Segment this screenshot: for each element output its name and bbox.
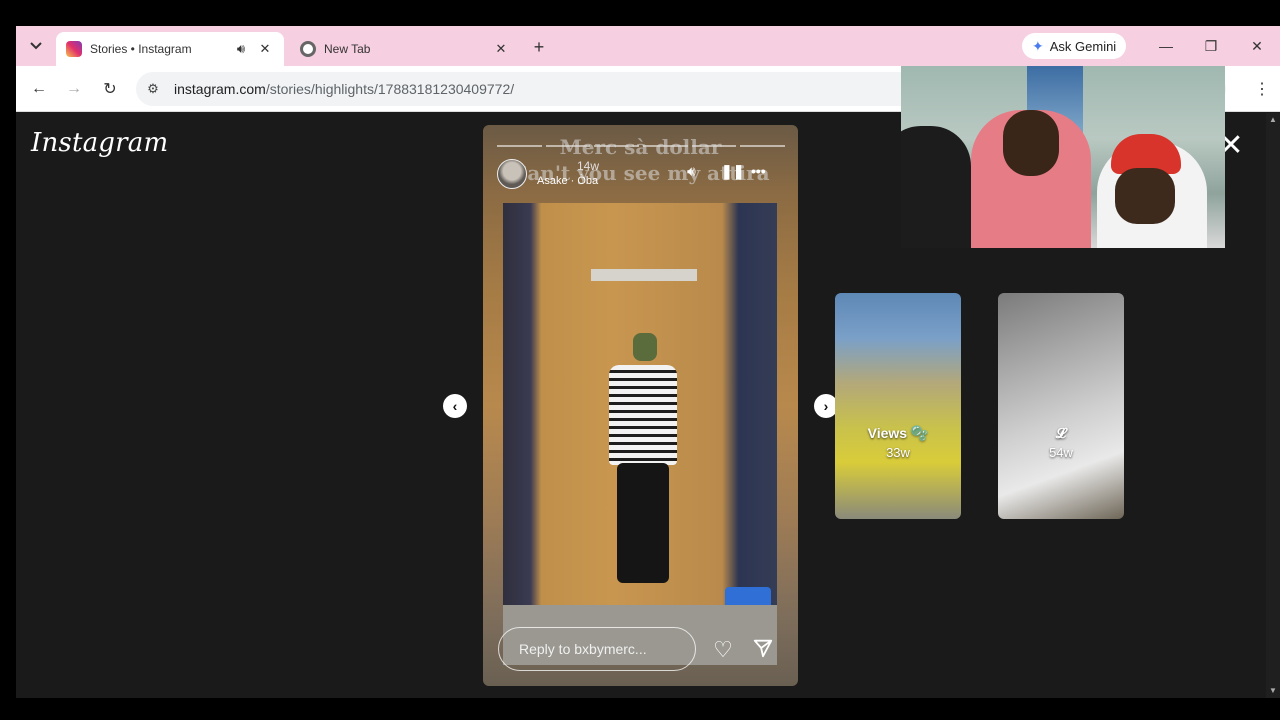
person-center [971,110,1091,248]
forward-button[interactable]: → [63,78,85,100]
tab-close-button[interactable]: ✕ [256,40,274,58]
previous-story-button[interactable]: ‹ [443,394,467,418]
tab-title: Stories • Instagram [90,42,192,56]
story-age: 14w [577,159,600,173]
restore-button[interactable]: ❐ [1200,36,1222,56]
scroll-down-icon[interactable]: ▼ [1268,686,1278,696]
thumbnail-title: Views 🫧 [867,425,929,441]
tab-stories-instagram[interactable]: Stories • Instagram 🔊︎ ✕ [56,32,284,66]
story-music[interactable]: Asake · Òba [537,175,598,187]
mute-icon[interactable]: 🔊︎ [687,163,696,180]
person-left [901,126,971,248]
browser-menu-icon[interactable]: ⋮ [1254,78,1270,100]
instagram-logo[interactable]: Instagram [31,128,168,158]
tab-title: New Tab [324,42,371,56]
tab-close-button[interactable]: ✕ [492,40,510,58]
site-settings-icon[interactable]: ⚙︎ [140,76,166,102]
send-icon[interactable] [750,637,776,663]
back-button[interactable]: ← [28,78,50,100]
ask-gemini-label: Ask Gemini [1049,38,1117,54]
window-close-button[interactable]: ✕ [1246,36,1268,56]
tab-strip: Stories • Instagram 🔊︎ ✕ New Tab ✕ + ✦ A… [16,26,1280,66]
instagram-icon [66,41,82,57]
url-path: /stories/highlights/17883181230409772/ [265,81,515,97]
gemini-sparkle-icon: ✦ [1032,37,1044,54]
reply-input[interactable]: Reply to bxbymerc... [498,627,696,671]
thumbnail-age: 54w [1049,445,1073,460]
new-tab-button[interactable]: + [528,36,550,58]
reload-button[interactable]: ↻ [99,78,121,100]
scroll-up-icon[interactable]: ▲ [1268,115,1278,125]
story-image [503,203,777,647]
more-icon[interactable]: ••• [751,163,766,179]
tab-new-tab[interactable]: New Tab ✕ [290,32,520,66]
pause-icon[interactable]: ❚❚ [721,163,744,180]
thumbnail-age: 33w [886,445,910,460]
speaker-icon[interactable]: 🔊︎ [232,40,250,58]
story-person [603,333,683,593]
story-caption-line1: Merc sà dollar [559,135,722,159]
avatar[interactable] [497,159,527,189]
webcam-overlay [901,66,1225,248]
person-right [1097,134,1207,248]
door-sign [591,269,697,281]
tab-search-chevron-icon[interactable] [24,36,48,56]
highlight-thumbnail-l[interactable]: 𝓛 54w [998,293,1124,519]
chrome-icon [300,41,316,57]
ask-gemini-button[interactable]: ✦ Ask Gemini [1022,33,1127,59]
heart-icon[interactable]: ♡ [710,637,736,663]
url-host: instagram.com [174,81,266,97]
thumbnail-title: 𝓛 [1055,425,1067,441]
url-text: instagram.com/stories/highlights/1788318… [174,81,514,97]
screen: Stories • Instagram 🔊︎ ✕ New Tab ✕ + ✦ A… [0,0,1280,720]
story-viewer[interactable]: Merc sà dollar Can't you see my attira 1… [483,125,798,686]
highlight-thumbnail-views[interactable]: Views 🫧 33w [835,293,961,519]
page-scrollbar[interactable]: ▲ ▼ [1266,113,1280,698]
minimize-button[interactable]: — [1155,36,1177,56]
